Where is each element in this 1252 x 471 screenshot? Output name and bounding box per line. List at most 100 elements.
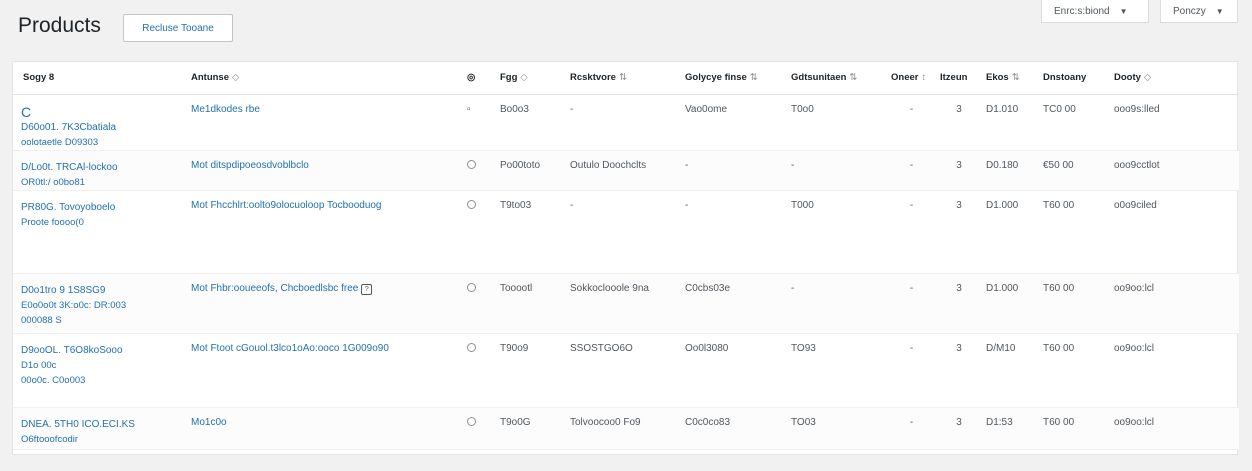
add-new-button[interactable]: Recluse Tooane — [123, 14, 233, 42]
column-header-rcsktvore[interactable]: Rcsktvore ⇅ — [566, 62, 681, 95]
product-name-link[interactable]: D60o01. 7K3Cbatiala — [21, 120, 183, 135]
status-cell: ooo9cctlot — [1110, 150, 1239, 190]
caret-down-icon: ▼ — [1215, 6, 1224, 16]
total-cell: T60 00 — [1043, 342, 1075, 354]
sku-cell: T9to03 — [500, 199, 532, 211]
product-name-cell: D/Lo0t. TRCAl-lockoo OR0tl:/ o0bo81 — [13, 150, 187, 190]
featured-cell — [463, 150, 496, 190]
product-name-subline[interactable]: OR0tl:/ o0bo81 — [21, 175, 183, 190]
column-9-cell: 3 — [936, 273, 982, 333]
product-name-subline[interactable]: Proote foooo(0 — [21, 215, 183, 230]
column-8-cell: - — [887, 150, 936, 190]
product-name-subline[interactable]: 00o0c. C0o003 — [21, 373, 183, 388]
column-header-fgg[interactable]: Fgg ◇ — [496, 62, 566, 95]
price-cell: D1.010 — [986, 103, 1019, 115]
price-cell: D1.000 — [986, 199, 1019, 211]
column-header-oneer[interactable]: Oneer ↕ — [887, 62, 936, 95]
column-header-golycye[interactable]: Golycye finse ⇅ — [681, 62, 787, 95]
column-5-cell: - — [570, 199, 574, 211]
column-7-cell: TO93 — [791, 342, 816, 354]
column-header-dooty[interactable]: Dooty ◇ — [1110, 62, 1239, 95]
description-link[interactable]: Mot ditspdipoeosdvoblbclo — [191, 160, 309, 171]
column-count: 8 — [48, 72, 55, 84]
table-row: D0o1tro 9 1S8SG9 E0o0o0t 3K:o0c: DR:003 00… — [13, 273, 1239, 333]
help-icon[interactable]: ? — [361, 283, 373, 295]
product-name-subline[interactable]: 000088 S — [21, 313, 183, 328]
description-link[interactable]: Mo1c0o — [191, 417, 227, 428]
product-name-subline[interactable]: D1o 00c — [21, 358, 183, 373]
sort-icon: ◇ — [520, 72, 528, 84]
product-name-link[interactable]: PR80G. Tovoyoboelo — [21, 200, 183, 215]
featured-radio[interactable] — [467, 159, 476, 169]
sort-icon: ◇ — [232, 72, 240, 84]
column-8-cell: - — [887, 273, 936, 333]
column-7-cell: TO03 — [787, 407, 887, 449]
description-cell: Mo1c0o — [187, 407, 463, 449]
product-name-subline[interactable]: oolotaetle D09303 — [21, 135, 183, 150]
featured-cell — [463, 333, 496, 407]
column-header-itzeun[interactable]: Itzeun — [936, 62, 982, 95]
column-5-cell: Sokkoclooole 9na — [566, 273, 681, 333]
screen-options-label: Enrc:s:biond — [1054, 5, 1110, 17]
product-name-link[interactable]: D0o1tro 9 1S8SG9 — [21, 283, 183, 298]
help-button[interactable]: Ponczy ▼ — [1160, 0, 1238, 23]
column-5-cell: - — [570, 103, 574, 115]
price-cell: D1.000 — [982, 273, 1039, 333]
status-cell: o0o9ciled — [1114, 199, 1157, 211]
description-link[interactable]: Mot Fhcchlrt:oolto9olocuoloop Tocbooduog — [191, 200, 382, 211]
featured-radio[interactable] — [467, 416, 476, 426]
column-header-ekos[interactable]: Ekos ⇅ — [982, 62, 1039, 95]
price-cell: D1:53 — [982, 407, 1039, 449]
table-row: D/Lo0t. TRCAl-lockoo OR0tl:/ o0bo81 Mot di… — [13, 150, 1239, 190]
product-name-subline[interactable]: O6ftooofcodir — [21, 432, 183, 447]
table-header-row: Sogy 8 Antunse ◇ ◎ Fgg ◇ Rcsktvore ⇅ Golycy… — [13, 62, 1239, 95]
screen-options-button[interactable]: Enrc:s:biond ▼ — [1041, 0, 1149, 23]
product-name-link[interactable]: DNEA. 5TH0 ICO.ECI.KS — [21, 417, 183, 432]
description-cell: Mot ditspdipoeosdvoblbclo — [187, 150, 463, 190]
description-cell: Me1dkodes rbe — [187, 94, 463, 150]
featured-radio[interactable] — [467, 342, 476, 352]
featured-cell — [463, 407, 496, 449]
products-table: Sogy 8 Antunse ◇ ◎ Fgg ◇ Rcsktvore ⇅ Golycy… — [13, 62, 1239, 450]
sort-icon: ⇅ — [1011, 72, 1020, 84]
status-cell: oo9oo:lcl — [1110, 407, 1239, 449]
column-7-cell: T0o0 — [791, 103, 814, 115]
column-7-cell: T000 — [791, 199, 814, 211]
featured-cell — [463, 190, 496, 273]
product-name-cell: PR80G. Tovoyoboelo Proote foooo(0 — [13, 190, 187, 273]
product-name-cell: DNEA. 5TH0 ICO.ECI.KS O6ftooofcodir — [13, 407, 187, 449]
description-link[interactable]: Mot Ftoot cGouol.t3lco1oAo:ooco 1G009o90 — [191, 343, 389, 354]
product-name-link[interactable]: D9ooOL. T6O8koSooo — [21, 343, 183, 358]
column-header-gdtsunitaen[interactable]: Gdtsunitaen ⇅ — [787, 62, 887, 95]
product-name-cell: D0o1tro 9 1S8SG9 E0o0o0t 3K:o0c: DR:003 00… — [13, 273, 187, 333]
products-table-container: Sogy 8 Antunse ◇ ◎ Fgg ◇ Rcsktvore ⇅ Golycy… — [12, 61, 1239, 455]
column-header-dnstoany[interactable]: Dnstoany — [1039, 62, 1110, 95]
description-link[interactable]: Me1dkodes rbe — [191, 104, 260, 115]
column-header-featured[interactable]: ◎ — [463, 62, 496, 95]
column-5-cell: Outulo Doochclts — [566, 150, 681, 190]
column-8-cell: - — [909, 342, 914, 354]
product-name-subline[interactable]: E0o0o0t 3K:o0c: DR:003 — [21, 298, 183, 313]
featured-radio[interactable] — [467, 282, 476, 292]
product-name-cell: D9ooOL. T6O8koSooo D1o 00c 00o0c. C0o003 — [13, 333, 187, 407]
sku-cell: Tooootl — [496, 273, 566, 333]
column-6-cell: C0cbs03e — [681, 273, 787, 333]
description-cell: Mot Fhbr:ooueeofs, Chcboedlsbc free? — [187, 273, 463, 333]
sku-cell: Po00toto — [496, 150, 566, 190]
status-cell: oo9oo:lcl — [1110, 273, 1239, 333]
column-8-cell: - — [887, 407, 936, 449]
featured-radio[interactable] — [467, 199, 476, 209]
column-header-antunse[interactable]: Antunse ◇ — [187, 62, 463, 95]
sort-icon: ◇ — [1143, 72, 1152, 84]
price-cell: D0.180 — [982, 150, 1039, 190]
column-header-sogy[interactable]: Sogy 8 — [13, 62, 187, 95]
sku-cell: T9o0G — [496, 407, 566, 449]
description-link[interactable]: Mot Fhbr:ooueeofs, Chcboedlsbc free — [191, 283, 358, 294]
product-name-link[interactable]: D/Lo0t. TRCAl-lockoo — [21, 160, 183, 175]
column-9-cell: 3 — [956, 103, 962, 115]
column-9-cell: 3 — [936, 407, 982, 449]
table-row: PR80G. Tovoyoboelo Proote foooo(0 Mot Fhcc… — [13, 190, 1239, 273]
table-row: DNEA. 5TH0 ICO.ECI.KS O6ftooofcodir Mo1c0o… — [13, 407, 1239, 449]
column-9-cell: 3 — [936, 150, 982, 190]
featured-radio[interactable]: ▫ — [467, 103, 471, 115]
